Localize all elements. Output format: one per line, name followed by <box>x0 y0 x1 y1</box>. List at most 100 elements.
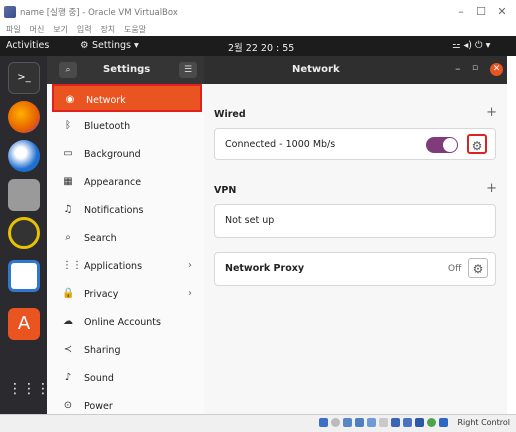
vpn-row: Not set up <box>214 204 496 238</box>
disk-icon[interactable] <box>319 418 328 427</box>
vpn-status: Not set up <box>225 215 275 226</box>
wired-settings-gear-icon[interactable]: ⚙ <box>467 134 487 154</box>
sidebar-item-label: Sharing <box>84 345 121 356</box>
maximize-icon[interactable]: ☐ <box>471 4 491 20</box>
window-close-icon[interactable]: ✕ <box>490 63 503 76</box>
cpu-icon[interactable] <box>415 418 424 427</box>
ubuntu-topbar: Activities ⚙ Settings ▾ 2월 22 20 : 55 ⚍ … <box>0 36 516 56</box>
window-maximize-icon[interactable]: ▫ <box>472 63 478 73</box>
sidebar-item-label: Appearance <box>84 177 142 188</box>
files-icon[interactable] <box>8 179 40 211</box>
terminal-icon[interactable]: >_ <box>8 62 40 94</box>
search-icon: ⌕ <box>65 232 71 243</box>
sidebar-item-label: Power <box>84 401 113 412</box>
wired-section-title: Wired <box>214 109 246 120</box>
host-menu-file[interactable]: 파일 <box>6 24 21 36</box>
host-menu-devices[interactable]: 장치 <box>100 24 115 36</box>
host-menu-input[interactable]: 입력 <box>77 24 92 36</box>
network-proxy-status: Off <box>448 264 462 274</box>
sidebar-item-power[interactable]: ⊙ Power <box>52 392 202 414</box>
show-apps-icon[interactable]: ⋮⋮⋮ <box>8 373 50 405</box>
audio-icon[interactable] <box>343 418 352 427</box>
host-window-title: name [실행 중] - Oracle VM VirtualBox <box>20 8 178 18</box>
menu-icon[interactable]: ☰ <box>179 62 197 78</box>
sidebar-item-label: Notifications <box>84 205 144 216</box>
mouse-integration-icon[interactable] <box>427 418 436 427</box>
window-minimize-icon[interactable]: – <box>455 62 461 75</box>
applications-icon: ⋮⋮ <box>62 260 82 271</box>
settings-headerbar: ⌕ Settings ☰ <box>47 56 204 84</box>
wired-status: Connected - 1000 Mb/s <box>225 139 336 150</box>
notifications-icon: ♫ <box>63 204 73 215</box>
activities-button[interactable]: Activities <box>6 40 49 51</box>
host-menu-help[interactable]: 도움말 <box>124 24 146 36</box>
network-proxy-row[interactable]: Network Proxy Off ⚙ <box>214 252 496 286</box>
sidebar-item-applications[interactable]: ⋮⋮ Applications › <box>52 252 202 280</box>
online-accounts-icon: ☁ <box>63 316 73 327</box>
optical-drive-icon[interactable] <box>331 418 340 427</box>
thunderbird-icon[interactable] <box>8 140 40 172</box>
network-proxy-label: Network Proxy <box>225 263 305 274</box>
add-vpn-button[interactable]: + <box>486 181 497 196</box>
proxy-settings-gear-icon[interactable]: ⚙ <box>468 258 488 278</box>
wired-toggle-switch[interactable] <box>426 137 458 153</box>
host-statusbar: Right Control <box>0 414 516 432</box>
system-tray[interactable]: ⚍ ◂) ⏻ ▾ <box>452 40 490 51</box>
sidebar-item-label: Applications <box>84 261 143 272</box>
sidebar-item-search[interactable]: ⌕ Search <box>52 224 202 252</box>
sidebar-item-sharing[interactable]: ≺ Sharing <box>52 336 202 364</box>
network-icon: ◉ <box>65 94 75 105</box>
rhythmbox-icon[interactable] <box>8 217 40 249</box>
sidebar-item-label: Bluetooth <box>84 121 131 132</box>
sound-icon: ♪ <box>64 372 72 383</box>
search-button[interactable]: ⌕ <box>59 62 77 78</box>
recording-icon[interactable] <box>403 418 412 427</box>
virtualbox-logo-icon <box>4 6 16 18</box>
add-wired-button[interactable]: + <box>486 105 497 120</box>
sidebar-item-appearance[interactable]: ▦ Appearance <box>52 168 202 196</box>
sharing-icon: ≺ <box>63 344 73 355</box>
sidebar-item-sound[interactable]: ♪ Sound <box>52 364 202 392</box>
appearance-icon: ▦ <box>63 176 73 187</box>
display-icon[interactable] <box>391 418 400 427</box>
sidebar-item-label: Search <box>84 233 117 244</box>
network-panel: Wired + Connected - 1000 Mb/s ⚙ VPN + No… <box>204 84 507 414</box>
bluetooth-icon: ᛒ <box>65 120 71 131</box>
sidebar-item-label: Privacy <box>84 289 119 300</box>
clock[interactable]: 2월 22 20 : 55 <box>228 40 294 54</box>
sidebar-item-bluetooth[interactable]: ᛒ Bluetooth <box>52 112 202 140</box>
usb-icon[interactable] <box>367 418 376 427</box>
vpn-section-title: VPN <box>214 185 237 196</box>
sidebar-item-label: Network <box>86 95 126 106</box>
ubuntu-dock: >_ A ⋮⋮⋮ <box>0 56 50 420</box>
firefox-icon[interactable] <box>8 101 40 133</box>
host-menubar: 파일 머신 보기 입력 장치 도움말 <box>0 24 516 36</box>
sidebar-item-online-accounts[interactable]: ☁ Online Accounts <box>52 308 202 336</box>
sidebar-item-notifications[interactable]: ♫ Notifications <box>52 196 202 224</box>
host-menu-view[interactable]: 보기 <box>53 24 68 36</box>
sidebar-item-network[interactable]: ◉ Network <box>52 84 202 112</box>
host-window-titlebar: name [실행 중] - Oracle VM VirtualBox – ☐ ✕ <box>0 0 516 24</box>
switch-knob <box>443 138 457 152</box>
minimize-icon[interactable]: – <box>451 4 471 20</box>
sidebar-item-label: Online Accounts <box>84 317 161 328</box>
shared-folder-icon[interactable] <box>379 418 388 427</box>
chevron-right-icon: › <box>188 288 192 299</box>
power-icon: ⊙ <box>63 400 73 411</box>
page-title: Network <box>292 64 340 75</box>
sidebar-item-label: Background <box>84 149 141 160</box>
host-key-label: Right Control <box>457 418 510 427</box>
writer-icon[interactable] <box>8 260 40 292</box>
wired-connection-row: Connected - 1000 Mb/s ⚙ <box>214 128 496 160</box>
privacy-icon: 🔒 <box>62 288 75 299</box>
settings-gear-icon: ⚙ <box>80 40 89 51</box>
keyboard-icon[interactable] <box>439 418 448 427</box>
sidebar-item-privacy[interactable]: 🔒 Privacy › <box>52 280 202 308</box>
close-icon[interactable]: ✕ <box>492 4 512 20</box>
sidebar-item-background[interactable]: ▭ Background <box>52 140 202 168</box>
host-menu-machine[interactable]: 머신 <box>30 24 45 36</box>
app-menu[interactable]: Settings ▾ <box>92 40 139 51</box>
software-center-icon[interactable]: A <box>8 308 40 340</box>
network-adapter-icon[interactable] <box>355 418 364 427</box>
background-icon: ▭ <box>63 148 73 159</box>
